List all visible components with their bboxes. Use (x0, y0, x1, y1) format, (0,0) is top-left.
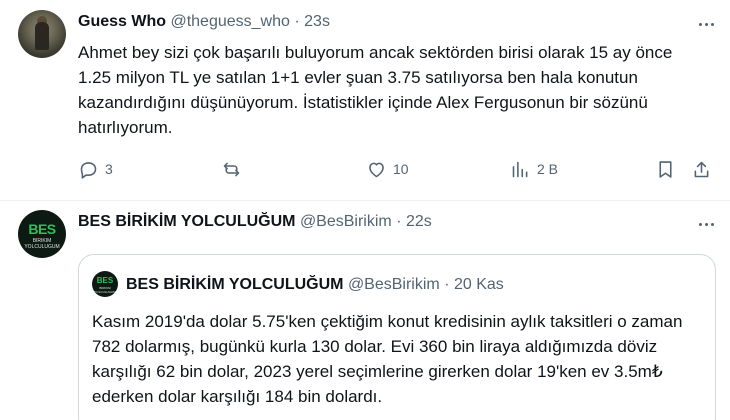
quoted-avatar-subtext: BIRIKIM YOLCULUGUM (94, 286, 116, 294)
quoted-author-name: BES BİRİKİM YOLCULUĞUM (126, 276, 344, 293)
quoted-tweet[interactable]: BES BIRIKIM YOLCULUGUM BES BİRİKİM YOLCU… (78, 254, 716, 420)
avatar[interactable]: BES BIRIKIM YOLCULUGUM (18, 210, 66, 258)
separator-dot: · (396, 213, 402, 230)
quoted-avatar: BES BIRIKIM YOLCULUGUM (92, 271, 118, 297)
tweet-header: BES BİRİKİM YOLCULUĞUM @BesBirikim · 22s (78, 212, 432, 232)
avatar-logo-subtext: BIRIKIM YOLCULUGUM (24, 238, 60, 250)
author-name[interactable]: BES BİRİKİM YOLCULUĞUM (78, 213, 295, 230)
author-handle[interactable]: @BesBirikim (300, 213, 392, 230)
separator-dot: · (444, 276, 450, 293)
quoted-timestamp: 20 Kas (453, 276, 504, 293)
quoted-text: Kasım 2019'da dolar 5.75'ken çektiğim ko… (92, 312, 683, 406)
quoted-author-handle: @BesBirikim (347, 276, 440, 293)
tweet-bes-birikim[interactable]: BES BIRIKIM YOLCULUGUM BES BİRİKİM YOLCU… (0, 0, 730, 420)
avatar-logo-text: BES (28, 221, 56, 237)
timestamp[interactable]: 22s (406, 213, 432, 230)
more-icon[interactable] (696, 214, 716, 234)
quoted-header: BES BİRİKİM YOLCULUĞUM @BesBirikim · 20 … (126, 275, 504, 295)
quoted-avatar-logo: BES (96, 276, 114, 285)
